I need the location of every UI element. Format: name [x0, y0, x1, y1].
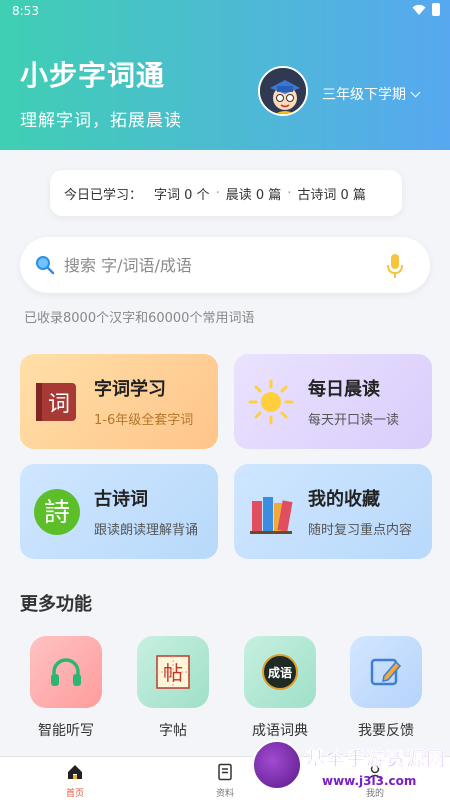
avatar[interactable] [258, 66, 308, 116]
student-avatar-icon [260, 68, 306, 114]
today-stats: 今日已学习： 字词 0 个 · 晨读 0 篇 · 古诗词 0 篇 [50, 170, 402, 216]
tab-label: 首页 [65, 789, 84, 799]
func-label: 我要反馈 [358, 723, 414, 739]
books-icon [250, 496, 293, 534]
func-feedback[interactable]: 我要反馈 [346, 636, 426, 740]
func-copybook[interactable]: 帖 字帖 [133, 636, 213, 740]
app-subtitle: 理解字词，拓展晨读 [20, 111, 182, 131]
chevron-down-icon [410, 87, 421, 97]
card-subtitle: 随时复习重点内容 [308, 523, 413, 538]
more-functions-title: 更多功能 [20, 594, 92, 615]
stats-morning: 晨读 0 篇 [225, 187, 282, 203]
func-idiom-dictionary[interactable]: 成语 成语词典 [240, 636, 320, 740]
headphones-icon [51, 658, 81, 686]
battery-icon [432, 3, 440, 16]
sun-icon [248, 379, 294, 424]
search-bar[interactable] [20, 237, 430, 293]
feedback-icon [370, 658, 402, 686]
book-ci-icon: 词 [36, 382, 76, 421]
search-icon [36, 256, 55, 275]
stats-poems: 古诗词 0 篇 [297, 187, 366, 203]
book-ci-glyph: 词 [48, 392, 70, 417]
status-time: 8:53 [12, 4, 39, 18]
stats-chars: 字词 0 个 [154, 187, 210, 203]
card-subtitle: 1-6年级全套字词 [94, 413, 194, 428]
idiom-glyph: 成语 [268, 665, 292, 680]
card-title: 古诗词 [94, 489, 148, 510]
poem-shi-icon: 詩 [34, 488, 80, 535]
home-icon [68, 765, 82, 779]
card-ancient-poems[interactable]: 詩 古诗词 跟读朗读理解背诵 [20, 464, 218, 559]
card-morning-reading[interactable]: 每日晨读 每天开口读一读 [234, 354, 432, 449]
grade-label: 三年级下学期 [322, 87, 406, 103]
microphone-icon[interactable] [386, 253, 404, 279]
poem-shi-glyph: 詩 [44, 498, 70, 528]
stats-label: 今日已学习： [64, 187, 143, 203]
copybook-glyph: 帖 [163, 661, 183, 685]
watermark-text: 基伞手游资源网 [306, 748, 447, 771]
card-subtitle: 跟读朗读理解背诵 [94, 523, 199, 538]
search-input[interactable] [64, 255, 364, 275]
card-title: 字词学习 [94, 379, 166, 400]
func-label: 成语词典 [252, 723, 308, 739]
document-icon [218, 763, 232, 781]
card-title: 我的收藏 [308, 489, 380, 510]
grade-selector[interactable]: 三年级下学期 [322, 84, 421, 104]
func-label: 智能听写 [38, 723, 94, 739]
tab-label: 资料 [215, 789, 234, 799]
func-label: 字帖 [159, 723, 187, 739]
card-word-study[interactable]: 词 字词学习 1-6年级全套字词 [20, 354, 218, 449]
app-title: 小步字词通 [20, 59, 166, 92]
func-dictation[interactable]: 智能听写 [26, 636, 106, 740]
idiom-icon: 成语 [262, 654, 298, 690]
stats-separator: · [215, 185, 220, 201]
copybook-icon: 帖 [156, 655, 190, 689]
wifi-icon [412, 4, 426, 15]
card-subtitle: 每天开口读一读 [308, 413, 400, 428]
corpus-note: 已收录8000个汉字和60000个常用词语 [24, 311, 255, 326]
tab-home[interactable]: 首页 [45, 763, 105, 799]
tab-materials[interactable]: 资料 [195, 763, 255, 799]
card-favorites[interactable]: 我的收藏 随时复习重点内容 [234, 464, 432, 559]
site-watermark: 基伞手游资源网 www.j3l3.com [252, 740, 450, 800]
header-banner: 8:53 小步字词通 理解字词，拓展晨读 三年级下学期 [0, 0, 450, 150]
watermark-url: www.j3l3.com [322, 774, 417, 788]
status-bar: 8:53 [0, 0, 450, 22]
stats-separator: · [287, 185, 292, 201]
card-title: 每日晨读 [308, 379, 380, 400]
watermark-logo-icon [252, 740, 302, 790]
